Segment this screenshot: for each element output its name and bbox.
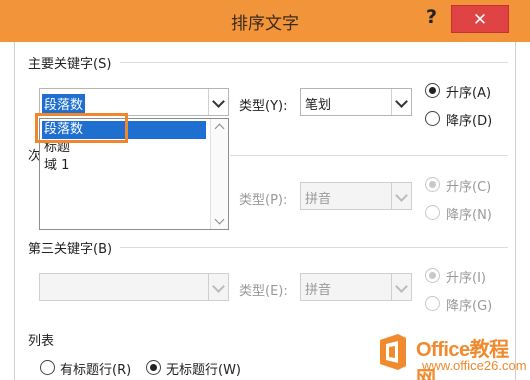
third-key-divider bbox=[120, 247, 508, 248]
primary-type-label: 类型(Y): bbox=[239, 99, 288, 114]
primary-asc-label[interactable]: 升序(A) bbox=[446, 82, 491, 101]
secondary-asc-radio[interactable] bbox=[425, 177, 440, 192]
third-key-label: 第三关键字(B) bbox=[28, 242, 113, 257]
third-type-value: 拼音 bbox=[305, 283, 332, 298]
secondary-type-value: 拼音 bbox=[305, 192, 332, 207]
chevron-down-icon[interactable] bbox=[208, 89, 228, 115]
no-header-radio[interactable] bbox=[146, 360, 161, 375]
watermark-url: www.office26.com bbox=[422, 358, 527, 373]
secondary-type-combo[interactable]: 拼音 bbox=[300, 182, 412, 210]
dropdown-scrollbar[interactable] bbox=[210, 119, 228, 229]
chevron-down-icon[interactable] bbox=[391, 89, 411, 115]
chevron-down-icon[interactable] bbox=[391, 274, 411, 300]
close-button[interactable]: ✕ bbox=[451, 5, 509, 33]
list-section-label: 列表 bbox=[28, 334, 55, 349]
primary-desc-label[interactable]: 降序(D) bbox=[446, 110, 492, 129]
primary-type-value: 笔划 bbox=[305, 98, 332, 113]
office-logo-icon bbox=[380, 334, 406, 370]
no-header-label[interactable]: 无标题行(W) bbox=[166, 359, 241, 378]
third-asc-radio[interactable] bbox=[425, 268, 440, 283]
secondary-desc-label[interactable]: 降序(N) bbox=[446, 204, 492, 223]
third-type-combo[interactable]: 拼音 bbox=[300, 273, 412, 301]
primary-key-divider bbox=[120, 62, 508, 63]
third-asc-label[interactable]: 升序(I) bbox=[446, 267, 486, 286]
help-button[interactable]: ? bbox=[426, 6, 437, 28]
third-type-label: 类型(E): bbox=[239, 284, 288, 299]
chevron-up-icon[interactable] bbox=[211, 119, 229, 135]
has-header-radio[interactable] bbox=[40, 360, 55, 375]
secondary-asc-label[interactable]: 升序(C) bbox=[446, 176, 491, 195]
annotation-highlight bbox=[35, 113, 128, 143]
third-desc-label[interactable]: 降序(G) bbox=[446, 295, 492, 314]
primary-key-label: 主要关键字(S) bbox=[28, 57, 112, 72]
primary-key-field-value: 段落数 bbox=[42, 94, 86, 113]
secondary-type-label: 类型(P): bbox=[239, 193, 288, 208]
has-header-label[interactable]: 有标题行(R) bbox=[60, 359, 131, 378]
third-key-field-combo[interactable] bbox=[39, 273, 229, 301]
watermark: Office教程网 www.office26.com bbox=[372, 330, 527, 380]
primary-asc-radio[interactable] bbox=[425, 83, 440, 98]
primary-type-combo[interactable]: 笔划 bbox=[300, 88, 412, 116]
primary-key-field-combo[interactable]: 段落数 bbox=[39, 88, 229, 116]
primary-desc-radio[interactable] bbox=[425, 111, 440, 126]
secondary-desc-radio[interactable] bbox=[425, 205, 440, 220]
dropdown-option[interactable]: 域 1 bbox=[42, 157, 71, 175]
title-bar: 排序文字 ? ✕ bbox=[0, 0, 530, 42]
chevron-down-icon[interactable] bbox=[391, 183, 411, 209]
chevron-down-icon[interactable] bbox=[211, 213, 229, 229]
chevron-down-icon[interactable] bbox=[208, 274, 228, 300]
third-desc-radio[interactable] bbox=[425, 296, 440, 311]
secondary-key-divider bbox=[230, 155, 508, 156]
